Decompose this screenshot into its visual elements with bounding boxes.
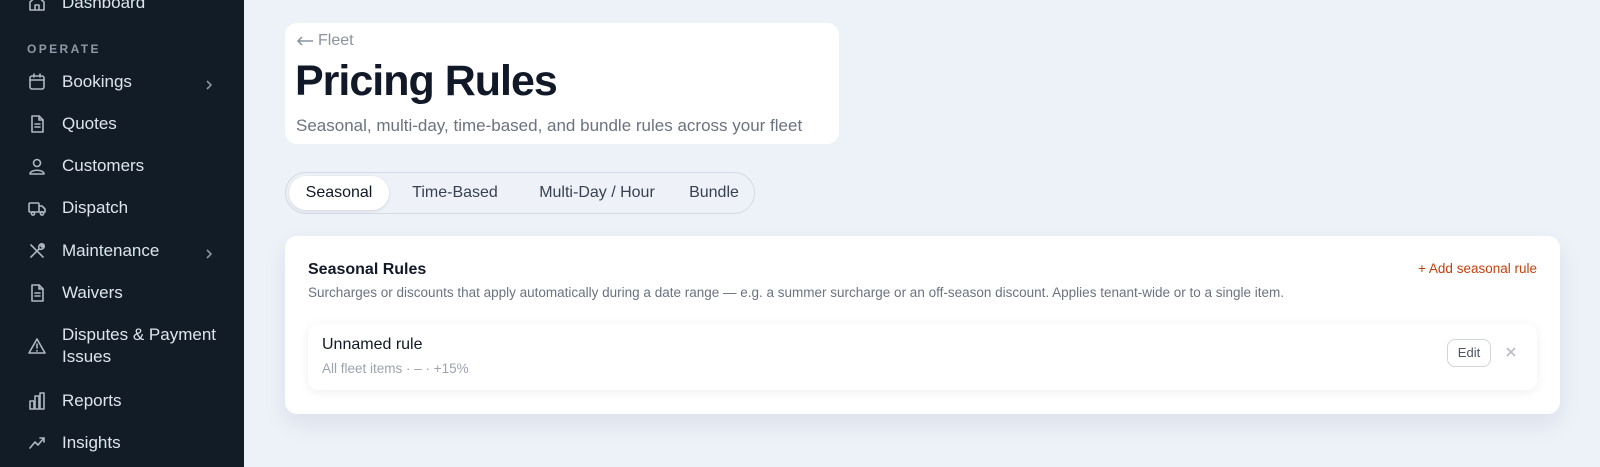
sidebar-item-label: Reports <box>62 391 122 410</box>
sidebar-item-label: Customers <box>62 156 145 175</box>
close-icon[interactable] <box>1503 344 1519 360</box>
card-description: Surcharges or discounts that apply autom… <box>308 285 1285 300</box>
users-icon <box>26 155 48 177</box>
rule-row: Unnamed rule All fleet items · – · +15% … <box>308 324 1537 390</box>
sidebar: Dashboard OPERATE Bookings Quotes Custom… <box>0 0 244 467</box>
document-icon <box>26 113 48 135</box>
tab-multi-day-hour[interactable]: Multi-Day / Hour <box>520 176 674 210</box>
arrow-left-icon <box>296 36 313 46</box>
tab-seasonal[interactable]: Seasonal <box>289 176 389 210</box>
rule-name: Unnamed rule <box>322 336 423 353</box>
sidebar-item-waivers[interactable]: Waivers <box>0 282 244 304</box>
rule-meta: All fleet items · – · +15% <box>322 361 469 376</box>
sidebar-item-label: Bookings <box>62 72 132 91</box>
sidebar-item-reports[interactable]: Reports <box>0 390 244 412</box>
page-header: Fleet Pricing Rules Seasonal, multi-day,… <box>285 23 839 144</box>
home-icon <box>26 0 48 14</box>
sidebar-item-label: Dashboard <box>62 0 146 12</box>
chevron-right-icon <box>203 245 215 259</box>
sidebar-item-label: Waivers <box>62 283 123 302</box>
card-title: Seasonal Rules <box>308 261 427 278</box>
sidebar-item-label: Dispatch <box>62 198 129 217</box>
sidebar-item-disputes[interactable]: Disputes & Payment Issues <box>0 324 244 368</box>
sidebar-item-insights[interactable]: Insights <box>0 432 244 454</box>
document-icon <box>26 282 48 304</box>
rule-type-tabs: Seasonal Time-Based Multi-Day / Hour Bun… <box>285 172 755 214</box>
sidebar-item-label: Quotes <box>62 114 117 133</box>
bar-chart-icon <box>26 390 48 412</box>
sidebar-item-label: Insights <box>62 433 121 452</box>
sidebar-item-bookings[interactable]: Bookings <box>0 71 244 93</box>
sidebar-item-maintenance[interactable]: Maintenance <box>0 240 244 262</box>
page-title: Pricing Rules <box>295 57 558 105</box>
back-link[interactable]: Fleet <box>296 32 354 50</box>
back-link-label: Fleet <box>318 32 354 49</box>
truck-icon <box>26 197 48 219</box>
edit-rule-button[interactable]: Edit <box>1447 339 1491 367</box>
seasonal-rules-card: Seasonal Rules Surcharges or discounts t… <box>285 236 1560 414</box>
tab-bundle[interactable]: Bundle <box>676 176 752 210</box>
warning-icon <box>26 335 48 357</box>
trend-icon <box>26 432 48 454</box>
add-seasonal-rule-button[interactable]: + Add seasonal rule <box>1418 261 1537 276</box>
wrench-icon <box>26 240 48 262</box>
chevron-right-icon <box>203 76 215 90</box>
sidebar-item-quotes[interactable]: Quotes <box>0 113 244 135</box>
sidebar-item-label: Maintenance <box>62 241 160 260</box>
sidebar-item-dispatch[interactable]: Dispatch <box>0 197 244 219</box>
sidebar-item-dashboard[interactable]: Dashboard <box>0 0 244 14</box>
tab-time-based[interactable]: Time-Based <box>392 176 518 210</box>
sidebar-item-label: Disputes & Payment Issues <box>62 325 217 366</box>
calendar-icon <box>26 71 48 93</box>
sidebar-item-customers[interactable]: Customers <box>0 155 244 177</box>
page-subtitle: Seasonal, multi-day, time-based, and bun… <box>296 116 803 135</box>
sidebar-section-label: OPERATE <box>27 42 101 56</box>
